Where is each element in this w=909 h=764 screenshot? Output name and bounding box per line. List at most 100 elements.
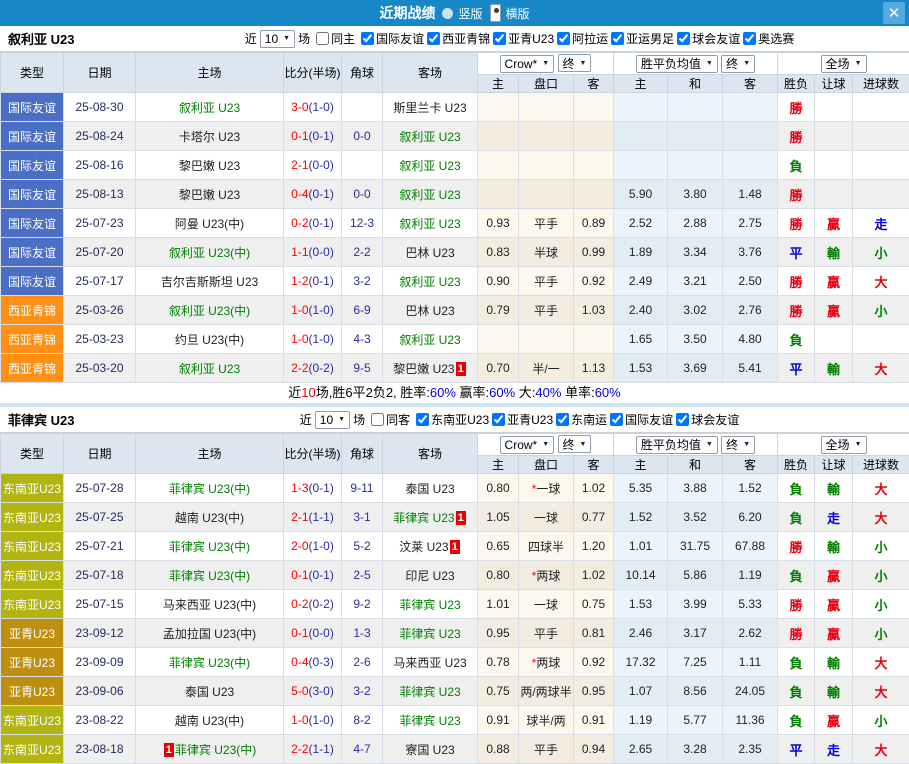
close-button[interactable]: ✕: [883, 2, 905, 24]
avg-home: 1.52: [614, 503, 668, 532]
result-wdl: 勝: [778, 122, 815, 151]
period-select[interactable]: 全场▼: [821, 55, 867, 73]
bookmaker-select[interactable]: Crow*▼: [500, 55, 555, 73]
avg-away: 24.05: [723, 677, 778, 706]
avg-away: 2.75: [723, 209, 778, 238]
league-checkbox[interactable]: [611, 32, 624, 45]
odds-away: 0.95: [574, 677, 614, 706]
close-icon: ✕: [888, 4, 901, 22]
league-checkbox[interactable]: [610, 413, 623, 426]
league-filter[interactable]: 奥选赛: [740, 30, 794, 47]
odds-away: 1.02: [574, 561, 614, 590]
odds-home: [478, 325, 519, 354]
header-group-row: 类型 日期 主场 比分(半场) 角球 客场 Crow*▼ 终▼ 胜平负均值▼ 终…: [1, 434, 909, 456]
league-label: 阿拉运: [572, 30, 608, 47]
league-filter[interactable]: 国际友谊: [358, 30, 424, 47]
avg-select[interactable]: 胜平负均值▼: [636, 55, 718, 73]
match-date: 25-07-25: [64, 503, 136, 532]
corners: 0-0: [342, 180, 383, 209]
league-filter[interactable]: 亚运男足: [608, 30, 674, 47]
odds-time-select[interactable]: 终▼: [558, 54, 592, 72]
summary-segment: 场,胜6平2负2, 胜率:: [316, 385, 430, 400]
league-filter[interactable]: 东南亚U23: [413, 411, 489, 428]
note-badge: 1: [450, 540, 460, 554]
corners: [342, 93, 383, 122]
avg-home: 2.52: [614, 209, 668, 238]
bookmaker-select[interactable]: Crow*▼: [500, 436, 555, 454]
col-handicap: 盘口: [519, 75, 574, 93]
same-venue-filter[interactable]: 同主: [313, 30, 355, 47]
same-venue-filter[interactable]: 同客: [368, 411, 410, 428]
league-checkbox[interactable]: [677, 32, 690, 45]
same-venue-checkbox[interactable]: [371, 413, 384, 426]
league-filter[interactable]: 球会友谊: [674, 30, 740, 47]
score: 2-0(1-0): [284, 532, 342, 561]
odds-away: [574, 180, 614, 209]
away-team: 巴林 U23: [383, 238, 478, 267]
league-checkbox[interactable]: [427, 32, 440, 45]
team-section: 菲律宾 U23 近 10 ▼ 场 同客 东南亚U23亚青U23东南运国际友谊球会…: [0, 407, 909, 764]
avg-select[interactable]: 胜平负均值▼: [636, 436, 718, 454]
layout-radio-vertical[interactable]: 竖版: [442, 5, 482, 22]
avg-home: 5.90: [614, 180, 668, 209]
col-type: 类型: [1, 53, 64, 93]
odds-home: 0.80: [478, 561, 519, 590]
league-checkbox[interactable]: [361, 32, 374, 45]
odds-away: 0.94: [574, 735, 614, 764]
match-date: 25-07-20: [64, 238, 136, 267]
same-venue-checkbox[interactable]: [316, 32, 329, 45]
odds-time-select[interactable]: 终▼: [558, 435, 592, 453]
league-filter[interactable]: 阿拉运: [554, 30, 608, 47]
avg-draw: 3.02: [668, 296, 723, 325]
league-checkbox[interactable]: [743, 32, 756, 45]
layout-radio-horizontal[interactable]: 横版: [490, 4, 530, 22]
col-result: 胜负: [778, 75, 815, 93]
chevron-down-icon: ▼: [743, 441, 750, 448]
league-filter[interactable]: 球会友谊: [673, 411, 739, 428]
away-team: 马来西亚 U23: [383, 648, 478, 677]
avg-draw: 7.25: [668, 648, 723, 677]
league-filter[interactable]: 国际友谊: [607, 411, 673, 428]
match-date: 25-08-30: [64, 93, 136, 122]
match-date: 23-08-18: [64, 735, 136, 764]
handicap: *一球: [519, 474, 574, 503]
avg-time-select[interactable]: 终▼: [721, 436, 755, 454]
league-checkbox[interactable]: [676, 413, 689, 426]
odds-away: 0.91: [574, 706, 614, 735]
result-handicap: 贏: [815, 296, 853, 325]
league-filter[interactable]: 亚青U23: [489, 411, 553, 428]
handicap: [519, 122, 574, 151]
league-checkbox[interactable]: [492, 413, 505, 426]
league-checkbox[interactable]: [416, 413, 429, 426]
match-type: 亚青U23: [1, 648, 64, 677]
corners: 4-7: [342, 735, 383, 764]
odds-home: 0.88: [478, 735, 519, 764]
league-label: 亚运男足: [626, 30, 674, 47]
handicap: 平手: [519, 735, 574, 764]
result-overunder: 走: [853, 209, 909, 238]
away-team: 菲律宾 U231: [383, 503, 478, 532]
league-checkbox[interactable]: [493, 32, 506, 45]
radio-selected-icon[interactable]: [490, 4, 501, 22]
match-count-select[interactable]: 10 ▼: [260, 30, 295, 48]
league-filter[interactable]: 东南运: [553, 411, 607, 428]
result-overunder: [853, 325, 909, 354]
home-team: 叙利亚 U23: [136, 354, 284, 383]
away-team: 菲律宾 U23: [383, 590, 478, 619]
avg-time-select[interactable]: 终▼: [721, 55, 755, 73]
period-select[interactable]: 全场▼: [821, 436, 867, 454]
avg-group-header: 胜平负均值▼ 终▼: [614, 434, 778, 456]
chevron-down-icon: ▼: [855, 60, 862, 67]
league-checkbox[interactable]: [556, 413, 569, 426]
match-row: 国际友谊25-08-24卡塔尔 U230-1(0-1)0-0叙利亚 U23勝: [1, 122, 909, 151]
result-wdl: 平: [778, 735, 815, 764]
avg-draw: 3.34: [668, 238, 723, 267]
avg-home: 1.01: [614, 532, 668, 561]
league-filter[interactable]: 亚青U23: [490, 30, 554, 47]
league-checkbox[interactable]: [557, 32, 570, 45]
radio-icon[interactable]: [442, 8, 453, 19]
league-filter[interactable]: 西亚青锦: [424, 30, 490, 47]
match-count-select[interactable]: 10 ▼: [315, 411, 350, 429]
odds-away: [574, 93, 614, 122]
avg-home: 2.40: [614, 296, 668, 325]
